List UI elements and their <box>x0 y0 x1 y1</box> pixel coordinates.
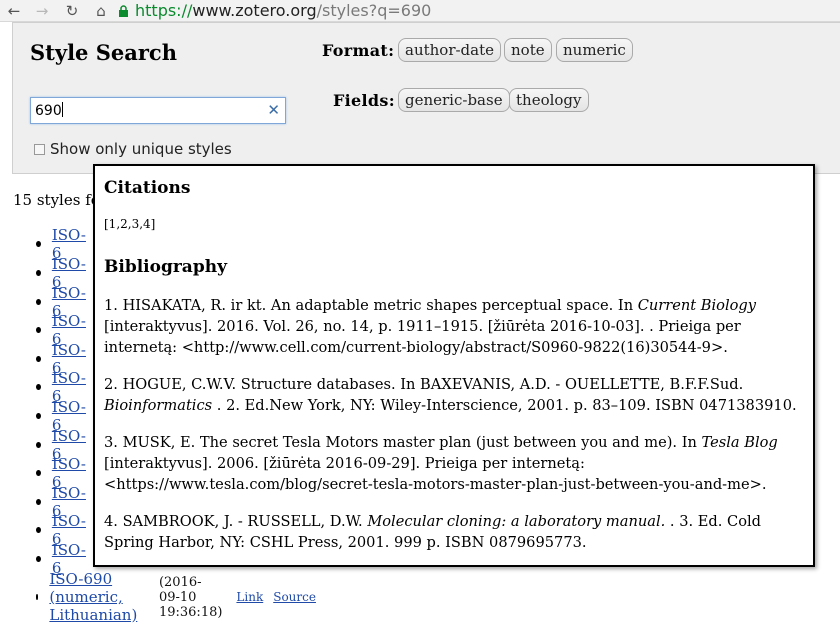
search-input[interactable]: 690 ✕ <box>30 97 286 124</box>
back-arrow-icon[interactable]: ← <box>2 0 26 21</box>
bibliography-heading: Bibliography <box>104 257 227 277</box>
style-link-link[interactable]: Link <box>236 590 263 604</box>
style-preview-popup: Citations [1,2,3,4] Bibliography 1. HISA… <box>93 164 815 567</box>
format-chip-numeric[interactable]: numeric <box>556 38 633 62</box>
forward-arrow-icon[interactable]: → <box>30 0 54 21</box>
bullet <box>36 413 41 419</box>
clear-search-icon[interactable]: ✕ <box>267 101 280 119</box>
bullet <box>36 470 41 476</box>
field-chip-generic-base[interactable]: generic-base <box>398 88 510 112</box>
bullet <box>36 499 41 505</box>
fields-label: Fields: <box>333 91 395 110</box>
bullet <box>36 241 41 247</box>
bullet <box>36 327 41 333</box>
unique-styles-option[interactable]: Show only unique styles <box>34 140 232 158</box>
url-path: /styles?q=690 <box>316 1 432 20</box>
citation-preview: [1,2,3,4] <box>104 217 156 231</box>
bibliography-entry: 4. SAMBROOK, J. - RUSSELL, D.W. Molecula… <box>104 513 761 551</box>
style-source-link[interactable]: Source <box>273 590 316 604</box>
bullet <box>36 384 41 390</box>
bullet <box>36 356 41 362</box>
lock-icon <box>119 4 128 17</box>
style-link[interactable]: ISO-690 (numeric, Lithuanian) <box>49 570 141 624</box>
results-count: 15 styles fo <box>13 191 100 209</box>
format-chip-author-date[interactable]: author-date <box>398 38 502 62</box>
reload-icon[interactable]: ↻ <box>60 0 84 21</box>
url-host: www.zotero.org <box>192 1 317 20</box>
bullet <box>36 594 39 600</box>
unique-styles-checkbox[interactable] <box>34 143 45 155</box>
bullet <box>36 270 41 276</box>
bullet <box>36 299 41 305</box>
home-icon[interactable]: ⌂ <box>89 0 113 21</box>
field-chip-theology[interactable]: theology <box>509 88 589 112</box>
list-item: ISO-690 (numeric, Lithuanian) (2016-09-1… <box>36 570 316 624</box>
format-label: Format: <box>322 41 395 60</box>
bullet <box>36 442 41 448</box>
browser-toolbar: ← → ↻ ⌂ https://www.zotero.org/styles?q=… <box>0 0 840 22</box>
bibliography-entry: 1. HISAKATA, R. ir kt. An adaptable metr… <box>104 297 757 356</box>
address-bar[interactable]: https://www.zotero.org/styles?q=690 <box>118 0 840 21</box>
text-caret <box>61 102 63 117</box>
style-timestamp: (2016-09-10 19:36:18) <box>158 574 223 620</box>
format-chip-note[interactable]: note <box>504 38 552 62</box>
page-title: Style Search <box>30 40 177 65</box>
url-scheme: https:// <box>135 1 193 20</box>
bibliography-entry: 2. HOGUE, C.W.V. Structure databases. In… <box>104 376 797 414</box>
bullet <box>36 527 41 533</box>
search-value: 690 <box>35 102 63 119</box>
bibliography-entry: 3. MUSK, E. The secret Tesla Motors mast… <box>104 434 778 493</box>
bullet <box>36 556 41 562</box>
unique-styles-label: Show only unique styles <box>50 140 232 158</box>
citations-heading: Citations <box>104 178 191 198</box>
